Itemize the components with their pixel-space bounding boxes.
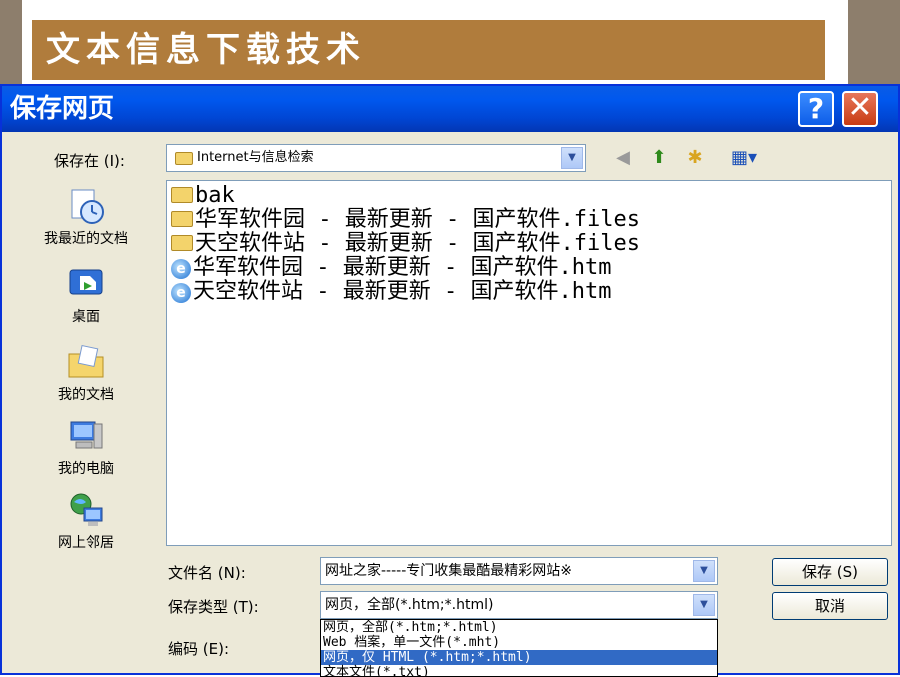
slide-title: 文本信息下载技术 (32, 20, 825, 80)
list-item[interactable]: bak (171, 184, 235, 208)
list-item[interactable]: e 天空软件站 - 最新更新 - 国产软件.htm (171, 280, 611, 304)
save-in-value: Internet与信息检索 (197, 150, 314, 165)
place-desktop[interactable]: 桌面 (18, 264, 154, 326)
place-my-computer[interactable]: 我的电脑 (18, 416, 154, 478)
filetype-select[interactable]: 网页，全部(*.htm;*.html) ▼ (320, 591, 718, 619)
place-label: 我的文档 (58, 387, 114, 403)
up-folder-icon[interactable]: ⬆ (646, 146, 672, 170)
ie-document-icon: e (171, 259, 191, 279)
dropdown-option[interactable]: Web 档案，单一文件(*.mht) (321, 635, 717, 650)
chevron-down-icon[interactable]: ▼ (693, 594, 715, 616)
my-computer-icon (70, 421, 103, 449)
network-places-icon (70, 493, 103, 526)
file-list[interactable]: bak 华军软件园 - 最新更新 - 国产软件.files 天空软件站 - 最新… (166, 180, 892, 546)
desktop-icon (69, 269, 103, 295)
dropdown-option[interactable]: 文本文件(*.txt) (321, 665, 717, 676)
encoding-label: 编码 (E): (168, 640, 230, 658)
new-folder-icon[interactable]: ✱ (682, 146, 708, 170)
filetype-value: 网页，全部(*.htm;*.html) (325, 597, 494, 613)
folder-icon (175, 152, 193, 165)
filename-label: 文件名 (N): (168, 564, 246, 582)
list-item[interactable]: 天空软件站 - 最新更新 - 国产软件.files (171, 232, 640, 256)
save-webpage-dialog: 保存网页 ? ✕ 保存在 (I): Internet与信息检索 ▼ ◀ ⬆ ✱ … (0, 84, 900, 677)
place-label: 我最近的文档 (44, 231, 128, 247)
place-network[interactable]: 网上邻居 (18, 490, 154, 552)
help-button[interactable]: ? (798, 91, 834, 127)
my-documents-icon (68, 344, 104, 378)
view-menu-icon[interactable]: ▦▾ (722, 146, 766, 170)
folder-icon (171, 211, 193, 227)
save-in-label: 保存在 (I): (54, 152, 125, 170)
list-item[interactable]: e 华军软件园 - 最新更新 - 国产软件.htm (171, 256, 611, 280)
cancel-button[interactable]: 取消 (772, 592, 888, 620)
filetype-dropdown-list[interactable]: 网页，全部(*.htm;*.html) Web 档案，单一文件(*.mht) 网… (320, 619, 718, 677)
back-icon[interactable]: ◀ (610, 146, 636, 170)
dialog-titlebar[interactable]: 保存网页 (2, 86, 898, 132)
filename-input[interactable]: 网址之家-----专门收集最酷最精彩网站※ ▼ (320, 557, 718, 585)
ie-document-icon: e (171, 283, 191, 303)
dropdown-option[interactable]: 网页，全部(*.htm;*.html) (321, 620, 717, 635)
place-label: 桌面 (72, 309, 100, 325)
chevron-down-icon[interactable]: ▼ (693, 560, 715, 582)
filetype-label: 保存类型 (T): (168, 598, 259, 616)
filename-value: 网址之家-----专门收集最酷最精彩网站※ (325, 563, 572, 579)
recent-documents-icon (71, 189, 104, 224)
place-label: 我的电脑 (58, 461, 114, 477)
list-item[interactable]: 华军软件园 - 最新更新 - 国产软件.files (171, 208, 640, 232)
dropdown-option-selected[interactable]: 网页，仅 HTML (*.htm;*.html) (321, 650, 717, 665)
place-label: 网上邻居 (58, 535, 114, 551)
places-bar: 我最近的文档 桌面 我的文档 我的电脑 网上邻居 (18, 180, 154, 552)
place-my-documents[interactable]: 我的文档 (18, 342, 154, 404)
close-button[interactable]: ✕ (842, 91, 878, 127)
place-recent-documents[interactable]: 我最近的文档 (18, 186, 154, 248)
save-in-combo[interactable]: Internet与信息检索 ▼ (166, 144, 586, 172)
save-button[interactable]: 保存 (S) (772, 558, 888, 586)
folder-icon (171, 235, 193, 251)
folder-icon (171, 187, 193, 203)
dialog-title: 保存网页 (10, 94, 115, 124)
chevron-down-icon[interactable]: ▼ (561, 147, 583, 169)
